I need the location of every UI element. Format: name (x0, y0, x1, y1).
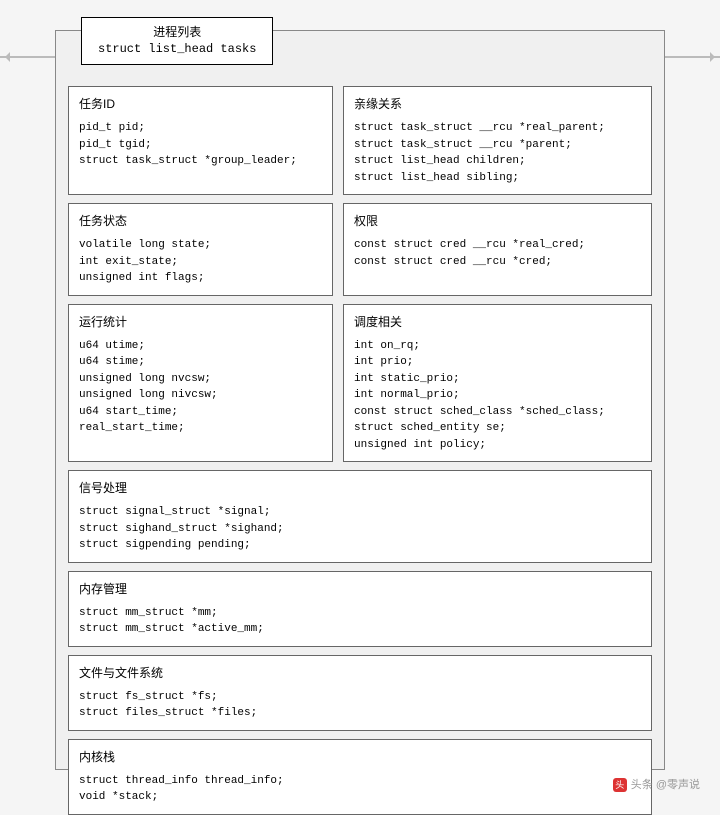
box-sched: 调度相关 int on_rq; int prio; int static_pri… (343, 304, 652, 463)
box-kstack: 内核栈 struct thread_info thread_info; void… (68, 739, 652, 815)
arrow-left-icon (0, 56, 55, 58)
box-title: 文件与文件系统 (79, 664, 641, 681)
box-run-stats: 运行统计 u64 utime; u64 stime; unsigned long… (68, 304, 333, 463)
box-title: 亲缘关系 (354, 95, 641, 112)
header-title-cn: 进程列表 (98, 24, 256, 41)
box-kinship: 亲缘关系 struct task_struct __rcu *real_pare… (343, 86, 652, 195)
watermark: 头头条 @零声说 (613, 776, 700, 792)
box-task-id: 任务ID pid_t pid; pid_t tgid; struct task_… (68, 86, 333, 195)
box-title: 内核栈 (79, 748, 641, 765)
box-title: 内存管理 (79, 580, 641, 597)
box-title: 任务状态 (79, 212, 322, 229)
box-code: u64 utime; u64 stime; unsigned long nvcs… (79, 338, 322, 437)
header-box: 进程列表 struct list_head tasks (81, 17, 273, 65)
watermark-icon: 头 (613, 778, 627, 792)
box-code: struct fs_struct *fs; struct files_struc… (79, 689, 641, 722)
box-task-state: 任务状态 volatile long state; int exit_state… (68, 203, 333, 296)
box-code: struct mm_struct *mm; struct mm_struct *… (79, 605, 641, 638)
box-code: volatile long state; int exit_state; uns… (79, 237, 322, 287)
box-mem: 内存管理 struct mm_struct *mm; struct mm_str… (68, 571, 652, 647)
box-code: struct signal_struct *signal; struct sig… (79, 504, 641, 554)
box-code: const struct cred __rcu *real_cred; cons… (354, 237, 641, 270)
watermark-text: 头条 @零声说 (631, 779, 700, 791)
box-perm: 权限 const struct cred __rcu *real_cred; c… (343, 203, 652, 296)
arrow-right-icon (665, 56, 720, 58)
box-title: 信号处理 (79, 479, 641, 496)
box-title: 调度相关 (354, 313, 641, 330)
content-area: 任务ID pid_t pid; pid_t tgid; struct task_… (68, 86, 652, 757)
box-title: 任务ID (79, 95, 322, 112)
box-code: int on_rq; int prio; int static_prio; in… (354, 338, 641, 454)
box-signal: 信号处理 struct signal_struct *signal; struc… (68, 470, 652, 563)
box-files: 文件与文件系统 struct fs_struct *fs; struct fil… (68, 655, 652, 731)
box-title: 运行统计 (79, 313, 322, 330)
box-code: struct task_struct __rcu *real_parent; s… (354, 120, 641, 186)
box-code: struct thread_info thread_info; void *st… (79, 773, 641, 806)
box-code: pid_t pid; pid_t tgid; struct task_struc… (79, 120, 322, 170)
header-title-code: struct list_head tasks (98, 41, 256, 58)
task-struct-container: 进程列表 struct list_head tasks 任务ID pid_t p… (55, 30, 665, 770)
box-title: 权限 (354, 212, 641, 229)
